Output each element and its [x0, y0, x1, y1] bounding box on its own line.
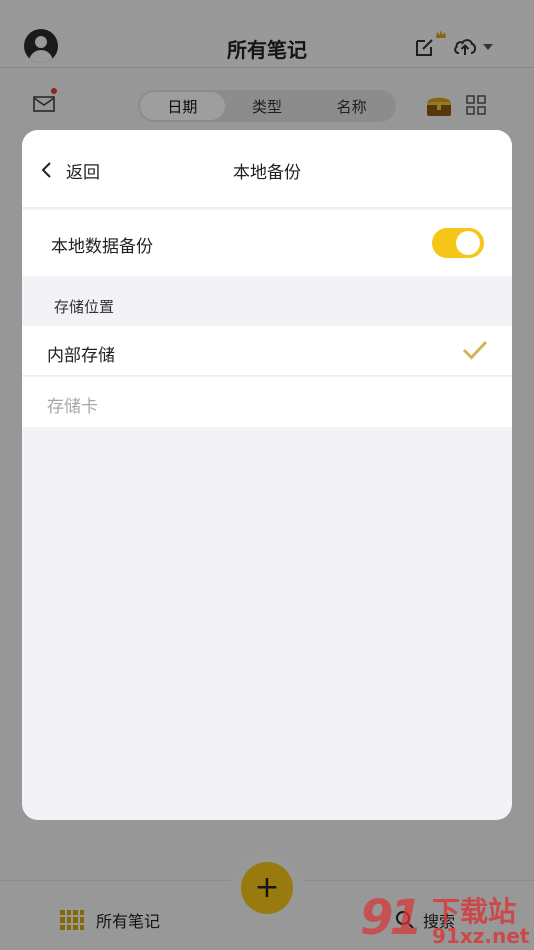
watermark-logo: 91: [360, 890, 423, 946]
toggle-knob: [456, 231, 480, 255]
local-backup-dialog: 返回 本地备份 本地数据备份 存储位置 内部存储 存储卡: [22, 130, 512, 820]
watermark: 91 下载站 91xz.net: [360, 886, 534, 950]
option-sd-card[interactable]: 存储卡: [22, 377, 512, 427]
option-sd-card-label: 存储卡: [47, 397, 98, 417]
dialog-header: 返回 本地备份: [22, 130, 512, 208]
watermark-url: 91xz.net: [432, 924, 530, 948]
option-internal-storage-label: 内部存储: [47, 346, 115, 366]
local-backup-label: 本地数据备份: [51, 237, 153, 257]
local-backup-toggle[interactable]: [432, 228, 484, 258]
check-icon: [462, 340, 488, 360]
dialog-title: 本地备份: [233, 163, 301, 183]
local-backup-row: 本地数据备份: [22, 210, 512, 276]
option-internal-storage[interactable]: 内部存储: [22, 326, 512, 376]
storage-location-header: 存储位置: [54, 298, 115, 316]
